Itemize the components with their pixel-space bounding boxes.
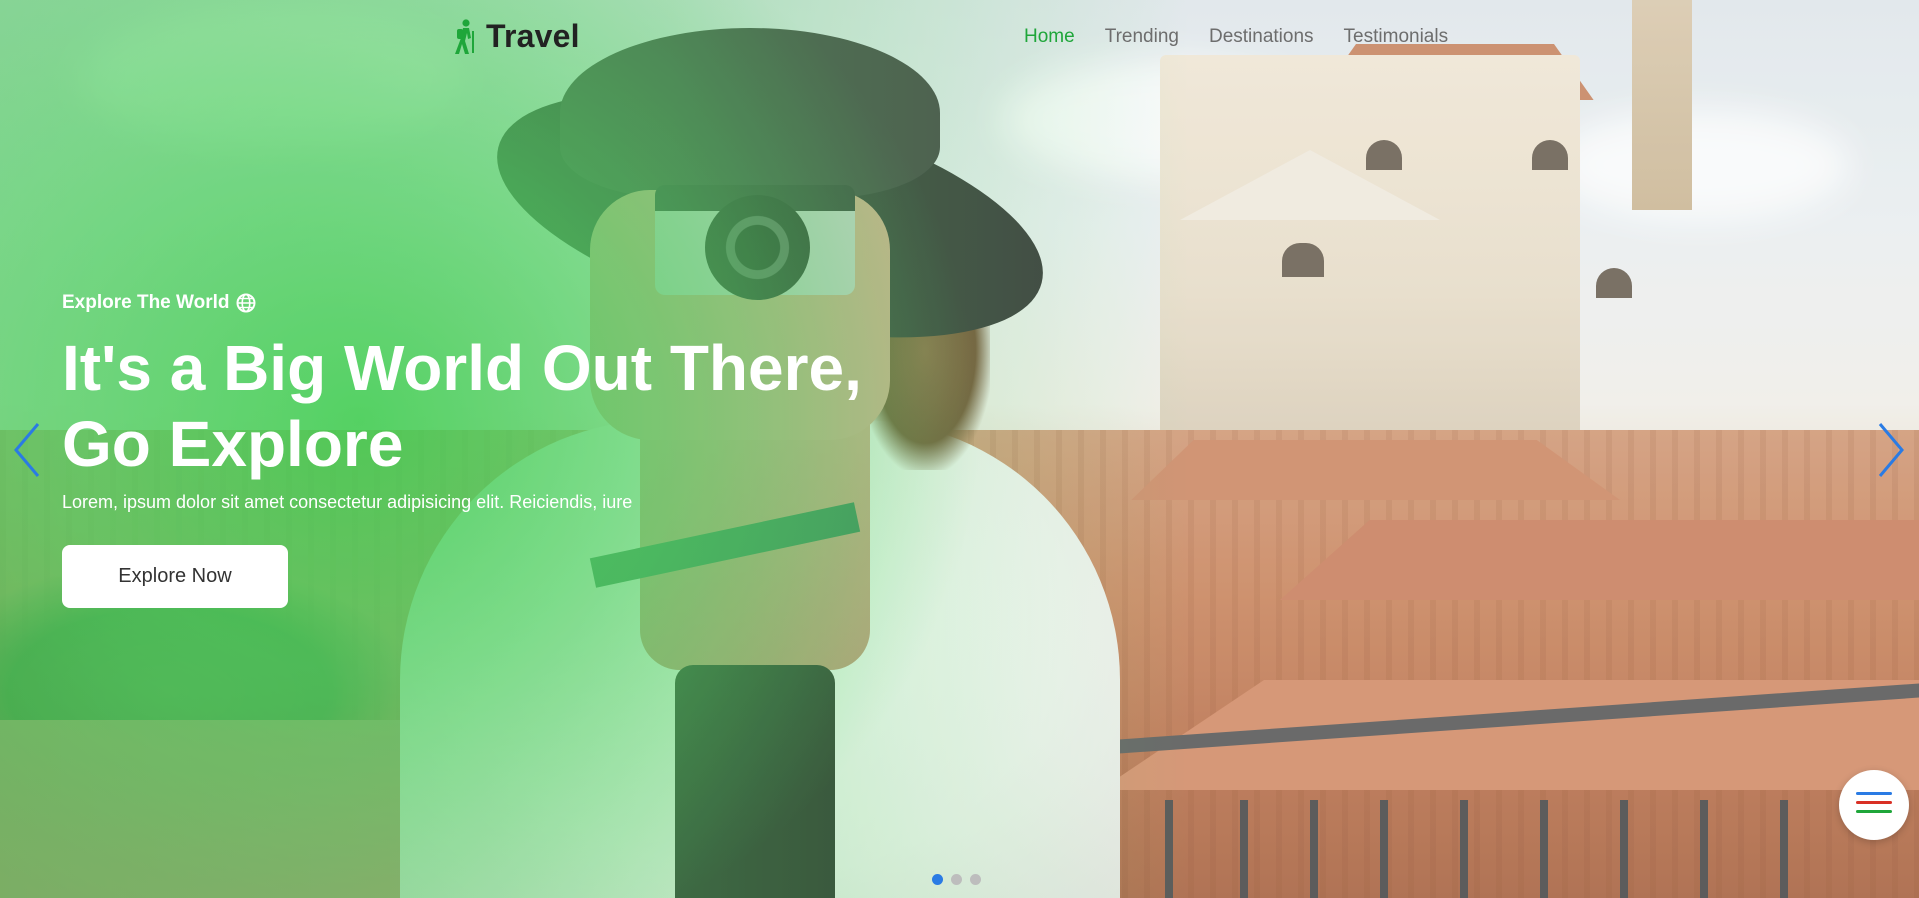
menu-icon (1856, 792, 1892, 819)
carousel-dot-1[interactable] (932, 874, 943, 885)
carousel-dot-2[interactable] (951, 874, 962, 885)
nav-item-home[interactable]: Home (1024, 26, 1075, 48)
floating-menu-button[interactable] (1839, 770, 1909, 840)
hiker-icon (455, 18, 474, 54)
top-navbar: Travel Home Trending Destinations Testim… (0, 0, 1919, 76)
hero-headline: It's a Big World Out There, Go Explore (62, 330, 962, 482)
nav-item-testimonials[interactable]: Testimonials (1344, 26, 1449, 48)
hero-subtext: Lorem, ipsum dolor sit amet consectetur … (62, 492, 633, 512)
hero-headline-line1: It's a Big World Out There, (62, 332, 862, 404)
nav-item-destinations[interactable]: Destinations (1209, 26, 1314, 48)
chevron-left-icon (14, 423, 40, 477)
hero-eyebrow-text: Explore The World (62, 292, 230, 313)
carousel-prev-button[interactable] (8, 420, 48, 480)
globe-icon (236, 293, 256, 313)
nav-item-trending[interactable]: Trending (1105, 26, 1179, 48)
explore-now-button[interactable]: Explore Now (62, 545, 288, 608)
chevron-right-icon (1878, 423, 1904, 477)
brand-name: Travel (486, 18, 580, 54)
carousel-pagination (932, 874, 981, 885)
brand-logo[interactable]: Travel (452, 18, 580, 55)
carousel-next-button[interactable] (1870, 420, 1910, 480)
main-menu: Home Trending Destinations Testimonials (1024, 26, 1448, 48)
hero-eyebrow: Explore The World (62, 292, 256, 314)
hero-headline-line2: Go Explore (62, 408, 404, 480)
carousel-dot-3[interactable] (970, 874, 981, 885)
